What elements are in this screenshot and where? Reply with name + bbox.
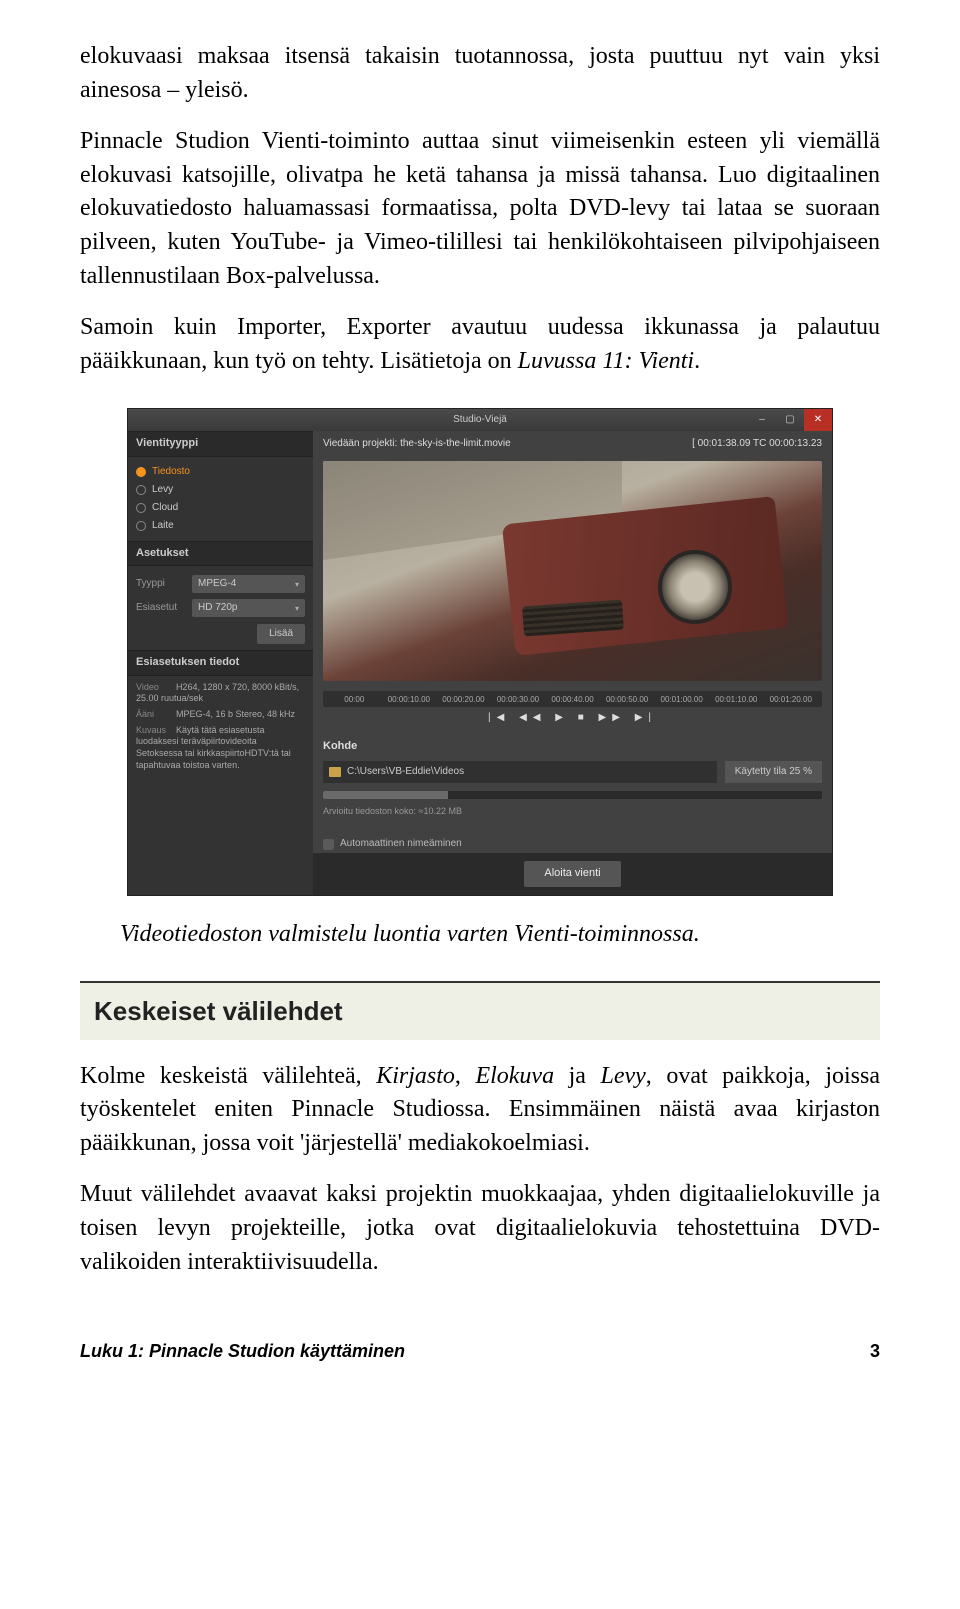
app-title: Studio-Viejä — [453, 413, 507, 427]
footer-page-number: 3 — [870, 1339, 880, 1364]
radio-icon — [136, 503, 146, 513]
vientityyppi-body: Tiedosto Levy Cloud Laite — [128, 457, 313, 541]
tick: 00:00:40.00 — [545, 694, 600, 705]
tick: 00:01:20.00 — [764, 694, 819, 705]
app-left-sidebar: Vientityyppi Tiedosto Levy Cloud Laite A… — [128, 431, 313, 894]
disk-usage-bar — [323, 791, 822, 799]
p3-text-a: Samoin kuin Importer, Exporter avautuu u… — [80, 314, 880, 374]
radio-label: Levy — [152, 483, 173, 497]
export-type-tiedosto[interactable]: Tiedosto — [136, 463, 305, 481]
start-export-button[interactable]: Aloita vienti — [524, 861, 620, 886]
exporter-app-window: Studio-Viejä – ▢ ✕ Vientityyppi Tiedosto… — [127, 408, 833, 895]
app-right-pane: Viedään projekti: the-sky-is-the-limit.m… — [313, 431, 832, 894]
disk-usage-button[interactable]: Käytetty tila 25 % — [725, 761, 822, 783]
figure-caption: Videotiedoston valmistelu luontia varten… — [120, 918, 880, 952]
radio-label: Laite — [152, 519, 174, 533]
p3-text-c: . — [694, 348, 700, 374]
tick: 00:00 — [327, 694, 382, 705]
p4-a: Kolme keskeistä välilehteä, — [80, 1063, 376, 1089]
radio-label: Tiedosto — [152, 465, 190, 479]
esiasetuksen-header: Esiasetuksen tiedot — [128, 650, 313, 675]
app-titlebar: Studio-Viejä – ▢ ✕ — [128, 409, 832, 431]
project-label: Viedään projekti: the-sky-is-the-limit.m… — [323, 437, 511, 451]
tick: 00:01:10.00 — [709, 694, 764, 705]
p4-elokuva: Elokuva — [475, 1063, 554, 1089]
export-type-cloud[interactable]: Cloud — [136, 499, 305, 517]
timeline-ruler[interactable]: 00:00 00:00:10.00 00:00:20.00 00:00:30.0… — [323, 691, 822, 707]
window-close-button[interactable]: ✕ — [804, 409, 832, 431]
destination-path: C:\Users\VB-Eddie\Videos — [347, 765, 464, 779]
paragraph-5: Muut välilehdet avaavat kaksi projektin … — [80, 1178, 880, 1279]
video-preview[interactable] — [323, 461, 822, 681]
vientityyppi-header: Vientityyppi — [128, 431, 313, 456]
esiasetuksen-body: VideoH264, 1280 x 720, 8000 kBit/s, 25.0… — [128, 676, 313, 786]
tick: 00:00:30.00 — [491, 694, 546, 705]
tick: 00:00:20.00 — [436, 694, 491, 705]
type-select[interactable]: MPEG-4 ▾ — [192, 575, 305, 593]
aani-v: MPEG-4, 16 b Stereo, 48 kHz — [176, 709, 295, 719]
app-bottombar: Aloita vienti — [313, 853, 832, 894]
asetukset-header: Asetukset — [128, 541, 313, 566]
kohde-header: Kohde — [313, 733, 832, 756]
paragraph-1: elokuvaasi maksaa itsensä takaisin tuota… — [80, 40, 880, 107]
tick: 00:00:10.00 — [382, 694, 437, 705]
radio-icon — [136, 521, 146, 531]
page-footer: Luku 1: Pinnacle Studion käyttäminen 3 — [80, 1339, 880, 1364]
chevron-down-icon: ▾ — [295, 603, 299, 614]
p3-italic-ref: Luvussa 11: Vienti — [518, 348, 694, 374]
estimated-size-label: Arvioitu tiedoston koko: ≈10.22 MB — [323, 805, 822, 818]
radio-icon — [136, 485, 146, 495]
folder-icon — [329, 767, 341, 777]
radio-icon — [136, 467, 146, 477]
paragraph-2: Pinnacle Studion Vienti-toiminto auttaa … — [80, 125, 880, 293]
p4-levy: Levy — [600, 1063, 645, 1089]
preset-select[interactable]: HD 720p ▾ — [192, 599, 305, 617]
section-header-keskeiset: Keskeiset välilehdet — [80, 981, 880, 1039]
paragraph-3: Samoin kuin Importer, Exporter avautuu u… — [80, 311, 880, 378]
preset-value: HD 720p — [198, 601, 237, 615]
destination-path-box[interactable]: C:\Users\VB-Eddie\Videos — [323, 761, 717, 783]
footer-chapter-label: Luku 1: Pinnacle Studion käyttäminen — [80, 1339, 405, 1364]
tick: 00:00:50.00 — [600, 694, 655, 705]
preset-label: Esiasetut — [136, 601, 186, 615]
video-k: Video — [136, 682, 176, 694]
type-value: MPEG-4 — [198, 577, 236, 591]
export-type-levy[interactable]: Levy — [136, 481, 305, 499]
chevron-down-icon: ▾ — [295, 579, 299, 590]
p4-e: ja — [554, 1063, 600, 1089]
lisaa-button[interactable]: Lisää — [257, 624, 305, 644]
tick: 00:01:00.00 — [654, 694, 709, 705]
type-label: Tyyppi — [136, 577, 186, 591]
transport-controls[interactable]: |◀ ◀◀ ▶ ■ ▶▶ ▶| — [313, 709, 832, 733]
asetukset-body: Tyyppi MPEG-4 ▾ Esiasetut HD 720p ▾ Lisää — [128, 566, 313, 650]
window-maximize-button[interactable]: ▢ — [776, 409, 804, 431]
timecode-display: [ 00:01:38.09 TC 00:00:13.23 — [692, 437, 822, 451]
auto-naming-checkbox[interactable] — [323, 839, 334, 850]
paragraph-4: Kolme keskeistä välilehteä, Kirjasto, El… — [80, 1060, 880, 1161]
p4-c: , — [455, 1063, 476, 1089]
aani-k: Ääni — [136, 709, 176, 721]
radio-label: Cloud — [152, 501, 178, 515]
window-minimize-button[interactable]: – — [748, 409, 776, 431]
auto-naming-label: Automaattinen nimeäminen — [340, 837, 462, 851]
kuvaus-k: Kuvaus — [136, 725, 176, 737]
export-type-laite[interactable]: Laite — [136, 517, 305, 535]
p4-kirjasto: Kirjasto — [376, 1063, 455, 1089]
